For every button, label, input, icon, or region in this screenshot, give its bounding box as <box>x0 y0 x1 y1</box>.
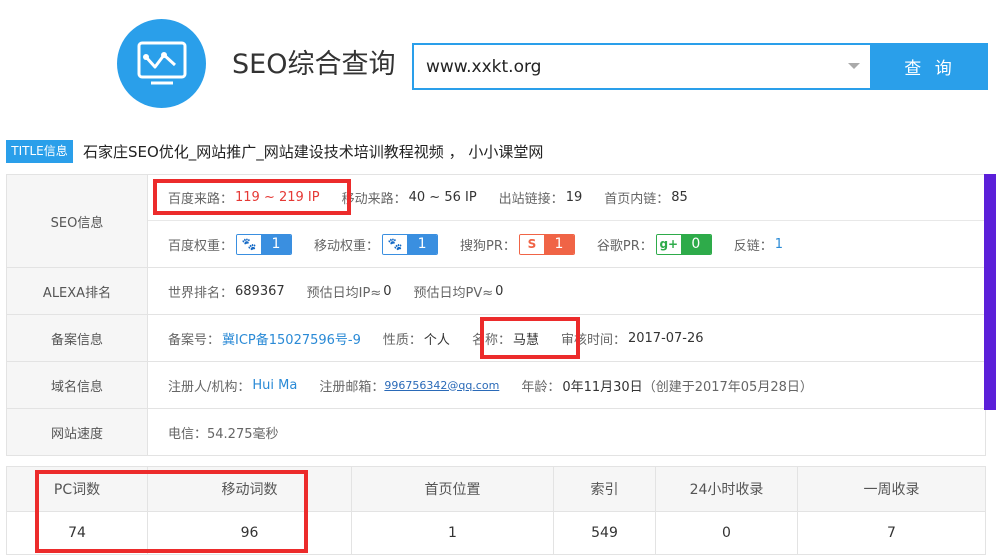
mobile-traffic: 移动来路： 40 ~ 56 IP <box>341 190 477 207</box>
daily-pv: 预估日均PV≈ 0 <box>413 283 504 301</box>
annotation-box-icp-name <box>480 317 580 359</box>
chevron-down-icon[interactable] <box>848 63 860 69</box>
paw-icon: 🐾 <box>383 234 408 254</box>
alexa-label: ALEXA排名 <box>7 268 148 314</box>
baidu-weight-badge[interactable]: 🐾 1 <box>236 233 293 255</box>
domain-row: 域名信息 注册人/机构： Hui Ma 注册邮箱： 996756342@qq.c… <box>7 362 985 409</box>
speed-label: 网站速度 <box>7 409 148 455</box>
search-box[interactable] <box>412 43 872 90</box>
site-title: 石家庄SEO优化_网站推广_网站建设技术培训教程视频 ， 小小课堂网 <box>83 143 544 161</box>
registrant: 注册人/机构： Hui Ma <box>168 377 298 395</box>
value-week: 7 <box>887 525 896 541</box>
paw-icon: 🐾 <box>237 234 262 254</box>
speed-value: 电信：54.275毫秒 <box>168 426 279 442</box>
search-input[interactable] <box>426 45 826 88</box>
outbound-links: 出站链接： 19 <box>498 190 583 207</box>
search-button[interactable]: 查 询 <box>872 43 988 90</box>
side-strip <box>984 174 996 410</box>
icp-number: 备案号： 冀ICP备15027596号-9 <box>168 329 361 348</box>
icp-number-link[interactable]: 冀ICP备15027596号-9 <box>222 329 361 348</box>
alexa-row: ALEXA排名 世界排名： 689367 预估日均IP≈ 0 预估日均PV≈ 0 <box>7 268 985 315</box>
page-title: SEO综合查询 <box>232 49 396 80</box>
annotation-box-keyword-counts <box>35 470 308 553</box>
info-table: SEO信息 百度来路： 119 ~ 219 IP 移动来路： 40 ~ 56 I… <box>6 174 986 456</box>
google-pr: 谷歌PR： g+ 0 <box>597 233 712 255</box>
seo-info-label: SEO信息 <box>7 175 148 267</box>
header-home-position: 首页位置 <box>352 467 554 511</box>
monitor-chart-icon <box>137 41 187 85</box>
mobile-weight-badge[interactable]: 🐾 1 <box>382 233 439 255</box>
title-badge: TITLE信息 <box>6 140 73 163</box>
daily-ip: 预估日均IP≈ 0 <box>306 283 392 301</box>
domain-label: 域名信息 <box>7 362 148 408</box>
email-link[interactable]: 996756342@qq.com <box>384 379 499 392</box>
icp-audit-time: 审核时间： 2017-07-26 <box>560 330 704 348</box>
header-24h: 24小时收录 <box>656 467 798 511</box>
world-rank: 世界排名： 689367 <box>168 283 285 301</box>
icp-label: 备案信息 <box>7 315 148 361</box>
value-home-position: 1 <box>352 512 554 554</box>
logo <box>117 19 206 108</box>
icp-nature: 性质： 个人 <box>382 332 450 348</box>
header-index: 索引 <box>554 467 656 511</box>
sogou-icon: S <box>519 234 544 254</box>
google-pr-badge[interactable]: g+ 0 <box>655 233 712 255</box>
domain-age: 年龄： 0年11月30日 （创建于2017年05月28日） <box>521 376 813 395</box>
header-week: 一周收录 <box>863 482 920 498</box>
value-24h: 0 <box>656 512 798 554</box>
backlinks: 反链： 1 <box>733 236 784 254</box>
baidu-weight: 百度权重： 🐾 1 <box>168 233 293 255</box>
domain-created: （创建于2017年05月28日） <box>642 379 813 395</box>
sogou-pr-badge[interactable]: S 1 <box>518 233 575 255</box>
google-plus-icon: g+ <box>656 234 681 254</box>
speed-row: 网站速度 电信：54.275毫秒 <box>7 409 985 455</box>
sogou-pr: 搜狗PR： S 1 <box>460 233 575 255</box>
registrant-link[interactable]: Hui Ma <box>252 378 297 393</box>
registrant-email: 注册邮箱： 996756342@qq.com <box>319 378 500 395</box>
annotation-box-baidu-traffic <box>153 179 351 215</box>
value-index: 549 <box>554 512 656 554</box>
backlinks-link[interactable]: 1 <box>775 237 783 252</box>
internal-links: 首页内链： 85 <box>604 190 688 207</box>
mobile-weight: 移动权重： 🐾 1 <box>314 233 439 255</box>
